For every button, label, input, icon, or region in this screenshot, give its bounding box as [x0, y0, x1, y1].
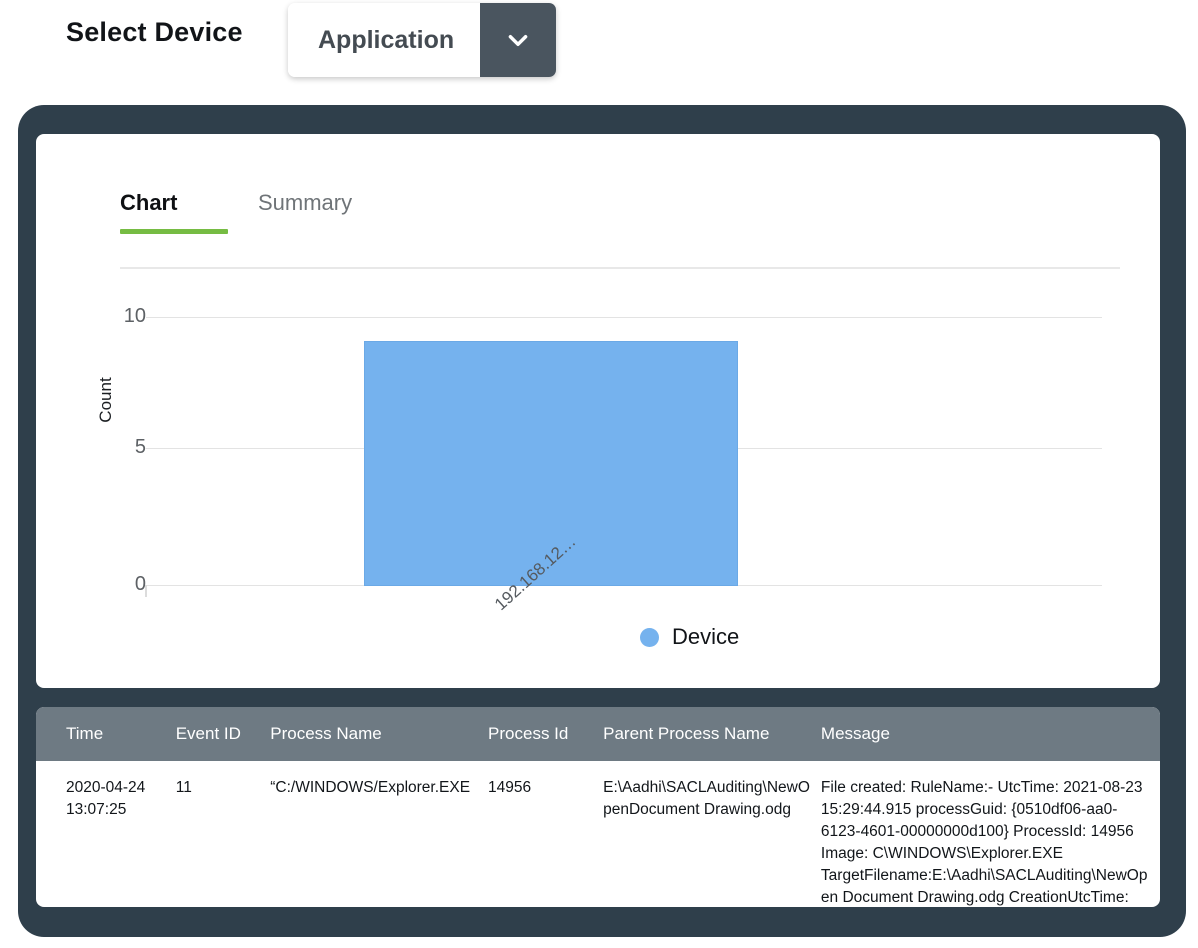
y-tick-label-0: 0: [134, 573, 146, 595]
events-table-panel: Time Event ID Process Name Process Id Pa…: [36, 707, 1160, 907]
events-table: Time Event ID Process Name Process Id Pa…: [36, 707, 1160, 907]
gridline-10: [146, 317, 1102, 318]
cell-event-id: 11: [175, 779, 192, 796]
legend-label-device[interactable]: Device: [672, 624, 739, 650]
column-header-parent-process-name[interactable]: Parent Process Name: [603, 707, 821, 761]
chart-panel: Chart Summary Count 10 5 0 192.168.12… D…: [36, 134, 1160, 688]
y-tick-label-5: 5: [134, 436, 146, 458]
column-header-event-id[interactable]: Event ID: [175, 707, 271, 761]
column-header-message[interactable]: Message: [820, 707, 1160, 761]
table-row[interactable]: 2020-04-24 13:07:25 11 “C:/WINDOWS/Explo…: [36, 761, 1160, 907]
cell-time: 2020-04-24 13:07:25: [66, 779, 146, 818]
dropdown-toggle-button[interactable]: [480, 3, 556, 77]
legend-swatch-device: [640, 627, 659, 647]
column-header-time[interactable]: Time: [36, 707, 176, 761]
y-tick-label-10: 10: [123, 305, 146, 327]
bar-chart: Count 10 5 0 192.168.12… Device: [36, 134, 1160, 688]
cell-process-name: “C:/WINDOWS/Explorer.EXE: [270, 779, 471, 796]
device-type-dropdown[interactable]: Application: [288, 3, 556, 77]
cell-process-id: 14956: [488, 779, 532, 796]
chevron-down-icon: [508, 35, 528, 47]
events-table-head: Time Event ID Process Name Process Id Pa…: [36, 707, 1160, 761]
events-table-body: 2020-04-24 13:07:25 11 “C:/WINDOWS/Explo…: [36, 761, 1160, 907]
chart-legend: Device: [640, 624, 739, 650]
table-header-row: Time Event ID Process Name Process Id Pa…: [36, 707, 1160, 761]
top-bar: Select Device Application: [0, 0, 1198, 86]
app-root: Select Device Application Chart Summary …: [0, 0, 1198, 948]
column-header-process-name[interactable]: Process Name: [270, 707, 489, 761]
cell-parent-process-name: E:\Aadhi\SACLAuditing\NewOpenDocument Dr…: [603, 779, 810, 818]
cell-message: File created: RuleName:- UtcTime: 2021-0…: [820, 779, 1148, 906]
select-device-label: Select Device: [66, 17, 243, 47]
dropdown-selected-value[interactable]: Application: [288, 3, 480, 77]
column-header-process-id[interactable]: Process Id: [488, 707, 604, 761]
